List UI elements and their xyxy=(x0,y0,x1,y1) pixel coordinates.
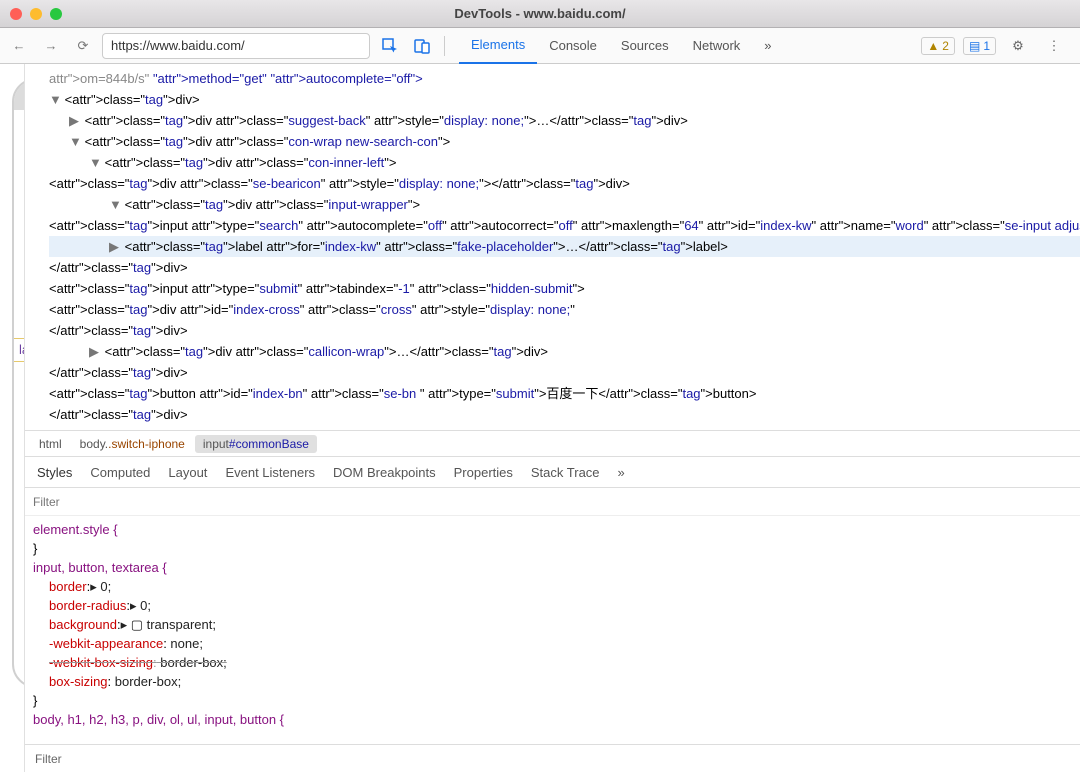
crumb-body[interactable]: body..switch-iphone xyxy=(80,437,185,451)
issues-badge[interactable]: ▤ 1 xyxy=(963,37,996,55)
dom-tree[interactable]: attr">om=844b/s" "attr">method="get" "at… xyxy=(25,64,1080,430)
device-toggle-icon[interactable] xyxy=(408,32,436,60)
inspect-icon[interactable] xyxy=(376,32,404,60)
tab-more[interactable]: » xyxy=(752,28,783,64)
styles-pane: :hov .cls + 🖶 ▣ element.style {}(index):… xyxy=(25,488,1080,744)
device-preview: ♙ ⊞ Baidu百度 🎤 📷 百度一下 label.fake-placehol… xyxy=(0,64,25,772)
footer-filter[interactable]: Filter xyxy=(35,752,62,766)
tab-computed[interactable]: Computed xyxy=(90,465,150,480)
settings-icon[interactable]: ⚙ xyxy=(1004,32,1032,60)
breadcrumb[interactable]: html body..switch-iphone input#commonBas… xyxy=(25,430,1080,456)
tab-listeners[interactable]: Event Listeners xyxy=(225,465,315,480)
back-button[interactable]: ← xyxy=(6,33,32,59)
more-icon[interactable]: ⋮ xyxy=(1040,32,1068,60)
tab-styles[interactable]: Styles xyxy=(37,465,72,480)
tab-console[interactable]: Console xyxy=(537,28,609,64)
tab-more[interactable]: » xyxy=(618,465,625,480)
tab-sources[interactable]: Sources xyxy=(609,28,681,64)
baidu-logo: Baidu百度 xyxy=(14,142,25,195)
reload-button[interactable]: ⟳ xyxy=(70,33,96,59)
tab-layout[interactable]: Layout xyxy=(168,465,207,480)
css-rules[interactable]: element.style {}(index):2input, button, … xyxy=(25,516,1080,744)
warnings-badge[interactable]: ▲ 2 xyxy=(921,37,955,55)
tab-properties[interactable]: Properties xyxy=(454,465,513,480)
titlebar: DevTools - www.baidu.com/ xyxy=(0,0,1080,28)
devtools-tabs: Elements Console Sources Network » xyxy=(459,28,784,64)
forward-button[interactable]: → xyxy=(38,33,64,59)
window-title: DevTools - www.baidu.com/ xyxy=(0,6,1080,21)
tab-dom-bp[interactable]: DOM Breakpoints xyxy=(333,465,436,480)
tab-network[interactable]: Network xyxy=(681,28,753,64)
styles-tabs: Styles Computed Layout Event Listeners D… xyxy=(25,456,1080,488)
toolbar: ← → ⟳ https://www.baidu.com/ Elements Co… xyxy=(0,28,1080,64)
tab-elements[interactable]: Elements xyxy=(459,28,537,64)
tab-stacktrace[interactable]: Stack Trace xyxy=(531,465,600,480)
url-bar[interactable]: https://www.baidu.com/ xyxy=(102,33,370,59)
news-list: 时政微视频丨功在当代 利在千秋置顶央视新闻 学习图说丨山水为证置顶央视新闻 南阳… xyxy=(14,347,25,664)
inspect-tooltip: label.fake-placeholder 182 × 47 xyxy=(12,338,25,362)
footer: Filter Show all Group xyxy=(25,744,1080,772)
styles-filter[interactable] xyxy=(33,495,1080,509)
